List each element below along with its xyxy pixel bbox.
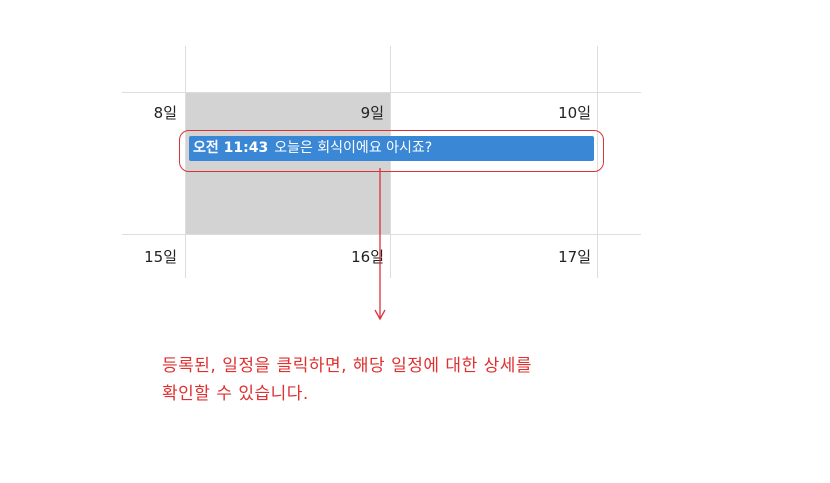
day-number-15[interactable]: 15일 bbox=[127, 246, 177, 267]
grid-line bbox=[122, 92, 641, 93]
annotation-line-1: 등록된, 일정을 클릭하면, 해당 일정에 대한 상세를 bbox=[162, 356, 533, 376]
day-number-9[interactable]: 9일 bbox=[334, 102, 384, 123]
annotation-text: 등록된, 일정을 클릭하면, 해당 일정에 대한 상세를 확인할 수 있습니다. bbox=[162, 352, 662, 408]
day-number-17[interactable]: 17일 bbox=[541, 246, 591, 267]
day-number-10[interactable]: 10일 bbox=[541, 102, 591, 123]
annotation-arrow bbox=[374, 168, 386, 321]
annotation-line-2: 확인할 수 있습니다. bbox=[162, 384, 309, 404]
day-number-8[interactable]: 8일 bbox=[127, 102, 177, 123]
annotation-highlight-box bbox=[179, 130, 604, 172]
